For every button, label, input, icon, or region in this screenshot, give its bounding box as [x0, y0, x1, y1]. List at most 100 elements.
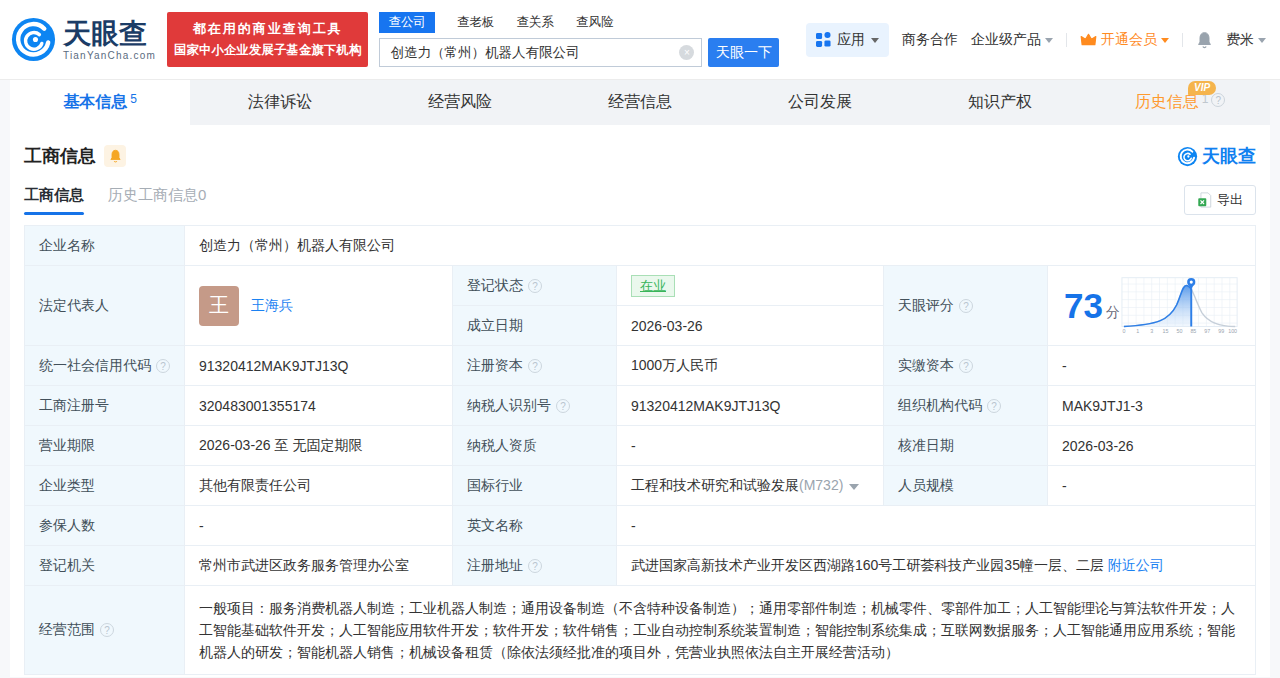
watermark-label: 天眼查	[1202, 144, 1256, 168]
chevron-down-icon	[1045, 38, 1053, 43]
promo-banner: 都在用的商业查询工具 国家中小企业发展子基金旗下机构	[167, 12, 368, 67]
help-icon[interactable]: ?	[959, 299, 973, 313]
subtabs: 工商信息 历史工商信息0 导出	[24, 184, 1256, 216]
tab-company-development[interactable]: 公司发展	[730, 80, 910, 125]
score-label: 天眼评分?	[884, 266, 1048, 346]
user-name: 费米	[1226, 31, 1254, 49]
tab-intellectual-property[interactable]: 知识产权	[910, 80, 1090, 125]
export-button[interactable]: 导出	[1184, 185, 1256, 215]
business-term-label: 营业期限	[25, 426, 185, 466]
paid-capital-value: -	[1048, 346, 1256, 386]
tianyancha-logo[interactable]: 天眼查 TianYanCha.com	[10, 16, 156, 63]
uscc-value: 91320412MAK9JTJ13Q	[185, 346, 453, 386]
notification-bell-icon[interactable]	[1196, 31, 1213, 49]
menu-open-vip[interactable]: 开通会员	[1080, 31, 1169, 49]
svg-text:99: 99	[1218, 328, 1224, 334]
reg-capital-value: 1000万人民币	[617, 346, 884, 386]
table-row: 参保人数 - 英文名称 -	[25, 506, 1256, 546]
svg-text:0: 0	[1122, 328, 1125, 334]
help-icon[interactable]: ?	[156, 359, 170, 373]
reg-authority-label: 登记机关	[25, 546, 185, 586]
legal-rep-link[interactable]: 王海兵	[251, 297, 293, 315]
help-icon[interactable]: ?	[959, 359, 973, 373]
tab-operation-risk[interactable]: 经营风险	[370, 80, 550, 125]
score-cell: 73分	[1048, 266, 1256, 346]
excel-icon	[1197, 192, 1212, 208]
tab-label: 知识产权	[968, 92, 1032, 113]
subtab-history-business-info[interactable]: 历史工商信息0	[108, 186, 206, 215]
search-input[interactable]	[379, 38, 702, 67]
apps-label: 应用	[837, 31, 865, 49]
tab-history-info[interactable]: VIP 历史信息 1 ?	[1090, 80, 1270, 125]
reg-status-label: 登记状态?	[453, 266, 617, 306]
divider	[1182, 33, 1183, 47]
tianyancha-watermark: 天眼查	[1177, 144, 1256, 168]
search-tabs: 查公司 查老板 查关系 查风险	[379, 12, 779, 33]
apps-button[interactable]: 应用	[806, 23, 889, 57]
enterprise-label: 企业级产品	[971, 31, 1041, 49]
search-tab-company[interactable]: 查公司	[379, 12, 435, 33]
table-row: 登记机关 常州市武进区政务服务管理办公室 注册地址? 武进国家高新技术产业开发区…	[25, 546, 1256, 586]
subscribe-bell-icon[interactable]	[104, 145, 126, 167]
help-icon[interactable]: ?	[528, 559, 542, 573]
help-icon[interactable]: ?	[1211, 93, 1225, 107]
export-label: 导出	[1217, 191, 1243, 209]
tab-operation-info[interactable]: 经营信息	[550, 80, 730, 125]
top-header: 天眼查 TianYanCha.com 都在用的商业查询工具 国家中小企业发展子基…	[0, 0, 1280, 80]
tab-basic-info[interactable]: 基本信息5	[10, 80, 190, 125]
tab-label: 经营信息	[608, 92, 672, 113]
org-code-label: 组织机构代码?	[884, 386, 1048, 426]
approval-date-label: 核准日期	[884, 426, 1048, 466]
subtab-business-info[interactable]: 工商信息	[24, 186, 84, 215]
company-type-value: 其他有限责任公司	[185, 466, 453, 506]
divider	[1066, 33, 1067, 47]
table-row: 法定代表人 王 王海兵 登记状态? 在业 天眼评分? 73分	[25, 266, 1256, 306]
tab-label: 经营风险	[428, 92, 492, 113]
top-menu: 应用 商务合作 企业级产品 开通会员 费米	[806, 23, 1266, 57]
svg-text:50: 50	[1176, 328, 1182, 334]
open-vip-label: 开通会员	[1101, 31, 1157, 49]
staff-size-value: -	[1048, 466, 1256, 506]
avatar[interactable]: 王	[199, 286, 239, 326]
business-term-value: 2026-03-26 至 无固定期限	[185, 426, 453, 466]
help-icon[interactable]: ?	[100, 623, 114, 637]
menu-business-cooperation[interactable]: 商务合作	[902, 31, 958, 49]
english-name-label: 英文名称	[453, 506, 617, 546]
taxpayer-id-label: 纳税人识别号?	[453, 386, 617, 426]
menu-user[interactable]: 费米	[1226, 31, 1266, 49]
help-icon[interactable]: ?	[987, 399, 1001, 413]
status-badge[interactable]: 在业	[631, 275, 675, 297]
svg-text:100: 100	[1228, 328, 1237, 334]
table-row: 营业期限 2026-03-26 至 无固定期限 纳税人资质 - 核准日期 202…	[25, 426, 1256, 466]
tab-label: 公司发展	[788, 92, 852, 113]
address-label: 注册地址?	[453, 546, 617, 586]
svg-text:1: 1	[1136, 328, 1139, 334]
staff-size-label: 人员规模	[884, 466, 1048, 506]
help-icon[interactable]: ?	[556, 399, 570, 413]
uscc-label: 统一社会信用代码?	[25, 346, 185, 386]
table-row: 企业名称 创造力（常州）机器人有限公司	[25, 226, 1256, 266]
search-tab-relation[interactable]: 查关系	[516, 12, 554, 33]
help-icon[interactable]: ?	[528, 359, 542, 373]
address-value: 武进国家高新技术产业开发区西湖路160号工研荟科技产业园35幢一层、二层 附近公…	[617, 546, 1256, 586]
chevron-down-icon[interactable]	[849, 484, 859, 490]
tab-label: 历史信息	[1135, 92, 1199, 113]
search-button[interactable]: 天眼一下	[708, 38, 779, 67]
reg-authority-value: 常州市武进区政务服务管理办公室	[185, 546, 453, 586]
search-tab-risk[interactable]: 查风险	[576, 12, 614, 33]
tab-legal-proceedings[interactable]: 法律诉讼	[190, 80, 370, 125]
logo-domain: TianYanCha.com	[63, 50, 156, 61]
search-tab-boss[interactable]: 查老板	[457, 12, 495, 33]
svg-text:3: 3	[1150, 328, 1153, 334]
help-icon[interactable]: ?	[528, 279, 542, 293]
chevron-down-icon	[1161, 38, 1169, 43]
reg-number-label: 工商注册号	[25, 386, 185, 426]
insured-label: 参保人数	[25, 506, 185, 546]
nearby-companies-link[interactable]: 附近公司	[1108, 557, 1164, 573]
table-row: 工商注册号 320483001355174 纳税人识别号? 91320412MA…	[25, 386, 1256, 426]
menu-enterprise-products[interactable]: 企业级产品	[971, 31, 1053, 49]
company-type-label: 企业类型	[25, 466, 185, 506]
legal-rep-cell: 王 王海兵	[185, 266, 453, 346]
establish-date-label: 成立日期	[453, 306, 617, 346]
reg-status-value: 在业	[617, 266, 884, 306]
